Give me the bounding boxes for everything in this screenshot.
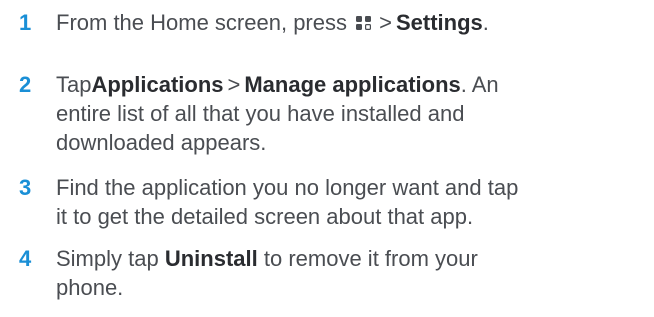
separator: > [227, 72, 241, 97]
step-line-1: TapApplications > Manage applications. An [56, 70, 646, 99]
step-text: Simply tap Uninstall to remove it from y… [56, 244, 646, 302]
instruction-steps: 1 From the Home screen, press > Settings.… [0, 0, 654, 317]
separator: > [379, 10, 392, 35]
step-text: From the Home screen, press > Settings. [56, 8, 646, 37]
step-line-2: phone. [56, 275, 124, 300]
step-text: Find the application you no longer want … [56, 173, 646, 231]
step-number: 3 [19, 175, 32, 200]
step-line-1: Simply tap Uninstall to remove it from y… [56, 244, 646, 273]
step-text: TapApplications > Manage applications. An … [56, 70, 646, 157]
step-text-after: . [482, 10, 489, 35]
step-prefix: Simply tap [56, 246, 159, 271]
uninstall-label: Uninstall [164, 246, 258, 271]
step-line-1: Find the application you no longer want … [56, 175, 519, 200]
step-prefix: Tap [56, 72, 92, 97]
step-number: 2 [19, 72, 32, 97]
step-number: 4 [19, 246, 32, 271]
step-line-2: entire list of all that you have install… [56, 101, 465, 126]
settings-label: Settings [395, 10, 483, 35]
step-text-before: From the Home screen, press [56, 10, 347, 35]
step-line-2: it to get the detailed screen about that… [56, 204, 474, 229]
step-text-after: . An [460, 72, 499, 97]
step-text-after: to remove it from your [263, 246, 478, 271]
menu-grid-icon [355, 9, 373, 31]
step-number: 1 [19, 10, 32, 35]
applications-label: Applications [91, 72, 224, 97]
manage-applications-label: Manage applications [244, 72, 461, 97]
step-line-3: downloaded appears. [56, 130, 267, 155]
